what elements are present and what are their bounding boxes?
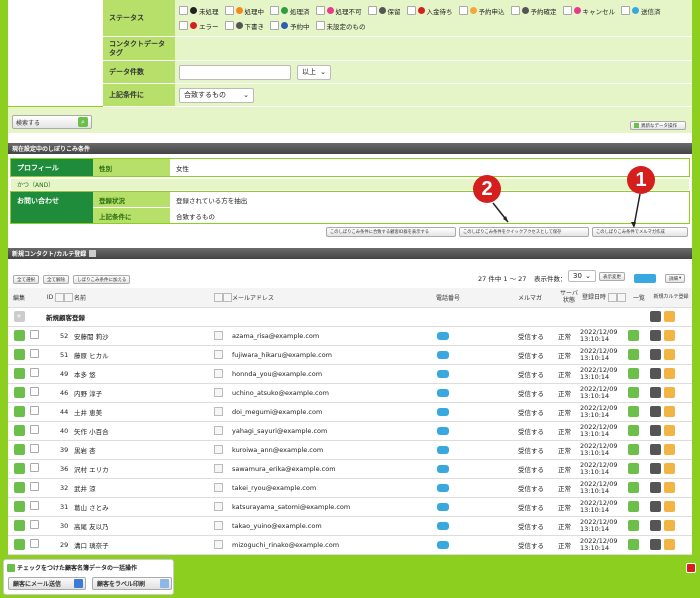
arrow-one-head bbox=[631, 222, 636, 228]
bulk-operations-panel: チェックをつけた顧客名簿データの一括操作 顧客にメール送信 顧客をラベル印刷 bbox=[3, 559, 174, 595]
label-icon bbox=[160, 579, 169, 588]
trash-icon[interactable] bbox=[686, 563, 696, 573]
bulk-title: チェックをつけた顧客名簿データの一括操作 bbox=[7, 563, 137, 572]
checklist-icon bbox=[7, 563, 15, 572]
send-email-button[interactable]: 顧客にメール送信 bbox=[8, 577, 86, 590]
callout-arrows bbox=[492, 193, 641, 228]
mail-icon bbox=[74, 579, 83, 588]
arrow-one bbox=[633, 193, 641, 227]
print-label-button[interactable]: 顧客をラベル印刷 bbox=[92, 577, 172, 590]
